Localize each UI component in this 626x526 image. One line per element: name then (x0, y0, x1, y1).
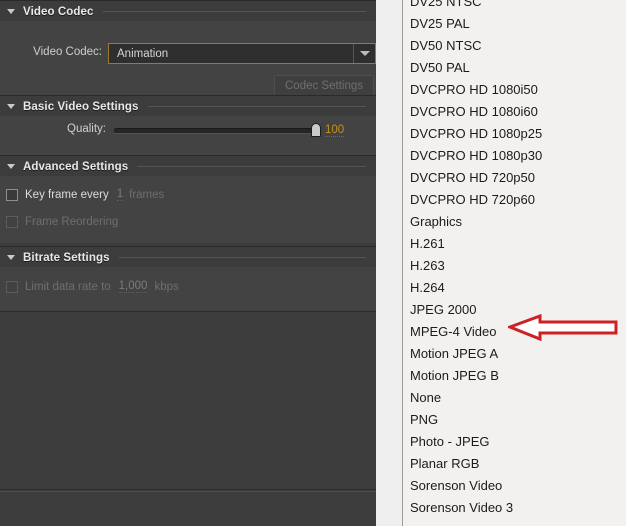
section-header-advanced[interactable]: Advanced Settings (0, 155, 376, 178)
frame-reordering-row[interactable]: Frame Reordering (6, 216, 118, 228)
section-title-basic-video: Basic Video Settings (23, 100, 139, 113)
video-codec-label: Video Codec: (33, 46, 102, 58)
limit-data-rate-label: Limit data rate to (25, 280, 111, 293)
codec-option[interactable]: PNG (403, 409, 626, 431)
codec-settings-button[interactable]: Codec Settings (274, 75, 374, 96)
video-codec-select[interactable]: Animation (108, 43, 376, 64)
video-codec-selected-value: Animation (117, 47, 169, 60)
section-body-advanced: Key frame every 1 frames Frame Reorderin… (0, 176, 376, 243)
section-body-video-codec: Video Codec: Animation Codec Settings (0, 21, 376, 96)
section-bitrate-settings: Bitrate Settings (0, 246, 376, 269)
codec-option[interactable]: Motion JPEG A (403, 343, 626, 365)
codec-option[interactable]: DVCPRO HD 720p60 (403, 189, 626, 211)
codec-option[interactable]: DVCPRO HD 1080p30 (403, 145, 626, 167)
section-title-video-codec: Video Codec (23, 5, 94, 18)
section-rule (118, 257, 366, 258)
section-header-basic-video[interactable]: Basic Video Settings (0, 95, 376, 118)
limit-data-rate-value[interactable]: 1,000 (118, 280, 148, 293)
triangle-down-icon[interactable] (7, 162, 16, 171)
codec-option[interactable]: DV50 PAL (403, 57, 626, 79)
frame-reordering-label: Frame Reordering (25, 216, 119, 228)
section-advanced-settings: Advanced Settings (0, 155, 376, 178)
section-header-bitrate[interactable]: Bitrate Settings (0, 246, 376, 269)
codec-option[interactable]: Graphics (403, 211, 626, 233)
codec-option[interactable]: DV50 NTSC (403, 35, 626, 57)
key-frame-units: frames (129, 188, 165, 201)
frame-reordering-checkbox[interactable] (6, 216, 18, 228)
codec-dropdown-list[interactable]: DV25 NTSC DV25 PAL DV50 NTSC DV50 PAL DVCPRO… (402, 0, 626, 526)
panel-divider (0, 311, 376, 312)
key-frame-label: Key frame every (25, 188, 109, 201)
codec-option[interactable]: Photo - JPEG (403, 431, 626, 453)
codec-option[interactable]: Sorenson Video (403, 475, 626, 497)
codec-option[interactable]: DV25 NTSC (403, 0, 626, 13)
section-title-bitrate: Bitrate Settings (23, 251, 110, 264)
panel-divider-bottom (0, 489, 376, 490)
quality-label: Quality: (67, 123, 106, 135)
limit-data-rate-units: kbps (154, 280, 179, 293)
quality-value[interactable]: 100 (325, 124, 345, 137)
quality-slider-track[interactable] (114, 128, 320, 134)
triangle-down-icon[interactable] (7, 102, 16, 111)
key-frame-row[interactable]: Key frame every 1 frames (6, 188, 164, 201)
codec-option[interactable]: Sorenson Video 3 (403, 497, 626, 519)
quality-slider[interactable] (114, 123, 321, 137)
video-codec-label-row: Video Codec: (30, 46, 102, 58)
section-body-basic-video: Quality: 100 (0, 116, 376, 155)
codec-option[interactable]: H.261 (403, 233, 626, 255)
video-settings-panel: Video Codec Video Codec: Animation Codec… (0, 0, 376, 526)
key-frame-checkbox[interactable] (6, 188, 18, 201)
codec-option[interactable]: DVCPRO HD 1080i50 (403, 79, 626, 101)
key-frame-value[interactable]: 1 (116, 188, 124, 201)
section-body-bitrate: Limit data rate to 1,000 kbps (0, 267, 376, 311)
section-rule (137, 166, 366, 167)
codec-option[interactable]: JPEG 2000 (403, 299, 626, 321)
codec-option[interactable]: Motion JPEG B (403, 365, 626, 387)
section-video-codec: Video Codec (0, 0, 376, 23)
codec-option[interactable]: DVCPRO HD 720p50 (403, 167, 626, 189)
quality-label-row: Quality: (20, 123, 106, 135)
section-title-advanced: Advanced Settings (23, 160, 129, 173)
triangle-down-icon[interactable] (7, 7, 16, 16)
chevron-down-icon[interactable] (353, 44, 375, 63)
export-settings-screen: Video Codec Video Codec: Animation Codec… (0, 0, 626, 526)
codec-option[interactable]: DV25 PAL (403, 13, 626, 35)
codec-option[interactable]: DVCPRO HD 1080i60 (403, 101, 626, 123)
codec-option[interactable]: Planar RGB (403, 453, 626, 475)
section-header-video-codec[interactable]: Video Codec (0, 0, 376, 23)
section-rule (102, 11, 366, 12)
section-basic-video-settings: Basic Video Settings (0, 95, 376, 118)
codec-option[interactable]: MPEG-4 Video (403, 321, 626, 343)
panel-gap (376, 0, 402, 526)
triangle-down-icon[interactable] (7, 253, 16, 262)
codec-option[interactable]: H.263 (403, 255, 626, 277)
quality-slider-thumb[interactable] (311, 123, 321, 137)
limit-data-rate-row[interactable]: Limit data rate to 1,000 kbps (6, 280, 179, 293)
panel-divider-bottom-highlight (0, 491, 376, 492)
codec-option[interactable]: DVCPRO HD 1080p25 (403, 123, 626, 145)
section-rule (147, 106, 366, 107)
codec-option[interactable]: None (403, 387, 626, 409)
codec-option[interactable]: H.264 (403, 277, 626, 299)
limit-data-rate-checkbox[interactable] (6, 280, 18, 293)
